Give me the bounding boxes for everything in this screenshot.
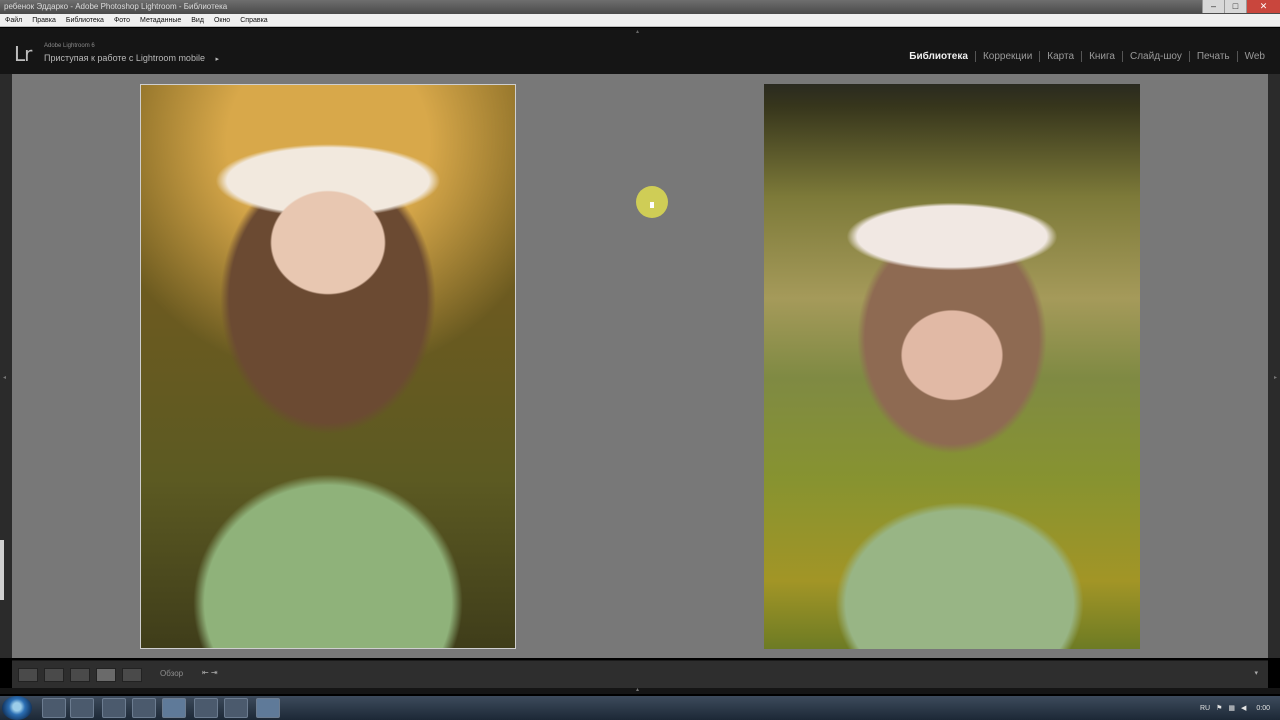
grid-view-button[interactable] bbox=[18, 668, 38, 682]
menu-bar: Файл Правка Библиотека Фото Метаданные В… bbox=[0, 14, 1280, 27]
photo-selected[interactable] bbox=[140, 84, 516, 649]
language-indicator[interactable]: RU bbox=[1200, 705, 1210, 712]
expand-filmstrip-icon[interactable]: ▴ bbox=[636, 686, 639, 693]
clock[interactable]: 0:00 bbox=[1256, 705, 1270, 712]
maximize-button[interactable]: □ bbox=[1224, 0, 1246, 13]
survey-view-button[interactable] bbox=[96, 668, 116, 682]
volume-icon[interactable]: ◀ bbox=[1241, 704, 1246, 712]
nav-arrows-icon[interactable]: ⇤ ⇥ bbox=[202, 668, 218, 677]
start-button[interactable] bbox=[2, 696, 32, 720]
taskbar-photoshop-icon[interactable] bbox=[194, 698, 218, 718]
left-edge-handle[interactable] bbox=[0, 540, 4, 600]
module-picker: Библиотека Коррекции Карта Книга Слайд-ш… bbox=[902, 51, 1272, 62]
menu-metadata[interactable]: Метаданные bbox=[135, 14, 186, 26]
menu-window[interactable]: Окно bbox=[209, 14, 235, 26]
module-map[interactable]: Карта bbox=[1039, 51, 1081, 62]
compare-view-button[interactable] bbox=[70, 668, 90, 682]
menu-help[interactable]: Справка bbox=[235, 14, 272, 26]
lightroom-logo: Lr bbox=[14, 42, 32, 66]
filmstrip-collapsed[interactable]: ▴ bbox=[0, 686, 1280, 694]
window-title: ребенок Эддарко - Adobe Photoshop Lightr… bbox=[4, 2, 228, 11]
taskbar-lightroom-icon[interactable] bbox=[162, 698, 186, 718]
people-view-button[interactable] bbox=[122, 668, 142, 682]
close-button[interactable]: ✕ bbox=[1246, 0, 1280, 13]
loupe-view-button[interactable] bbox=[44, 668, 64, 682]
taskbar-app3-icon[interactable] bbox=[256, 698, 280, 718]
window-titlebar: ребенок Эддарко - Adobe Photoshop Lightr… bbox=[0, 0, 1280, 14]
menu-view[interactable]: Вид bbox=[186, 14, 209, 26]
menu-library[interactable]: Библиотека bbox=[61, 14, 109, 26]
collapse-top-icon[interactable]: ▴ bbox=[636, 28, 639, 35]
module-book[interactable]: Книга bbox=[1081, 51, 1122, 62]
module-library[interactable]: Библиотека bbox=[902, 51, 975, 62]
play-arrow-icon: ▸ bbox=[215, 56, 219, 63]
bottom-toolbar: Обзор ⇤ ⇥ ▾ bbox=[12, 660, 1268, 688]
taskbar-explorer-icon[interactable] bbox=[70, 698, 94, 718]
network-icon[interactable]: ▦ bbox=[1228, 704, 1235, 712]
mobile-getting-started[interactable]: Приступая к работе с Lightroom mobile ▸ bbox=[44, 53, 219, 63]
expand-left-icon[interactable]: ◂ bbox=[3, 374, 6, 381]
menu-photo[interactable]: Фото bbox=[109, 14, 135, 26]
expand-right-icon[interactable]: ▸ bbox=[1274, 374, 1277, 381]
taskbar-chrome-icon[interactable] bbox=[132, 698, 156, 718]
product-name: Adobe Lightroom 6 bbox=[44, 43, 95, 49]
right-panel-collapsed[interactable]: ▸ bbox=[1268, 74, 1280, 658]
module-slideshow[interactable]: Слайд-шоу bbox=[1122, 51, 1189, 62]
menu-file[interactable]: Файл bbox=[0, 14, 27, 26]
taskbar-ie-icon[interactable] bbox=[42, 698, 66, 718]
survey-view bbox=[12, 74, 1268, 658]
cursor-highlight bbox=[636, 186, 668, 218]
flag-icon[interactable]: ⚑ bbox=[1216, 704, 1222, 712]
window-controls: – □ ✕ bbox=[1202, 0, 1280, 14]
system-tray: RU ⚑ ▦ ◀ 0:00 bbox=[1194, 696, 1276, 720]
module-web[interactable]: Web bbox=[1236, 51, 1272, 62]
taskbar-app2-icon[interactable] bbox=[224, 698, 248, 718]
identity-panel: ▴ Lr Adobe Lightroom 6 Приступая к работ… bbox=[0, 28, 1280, 74]
menu-edit[interactable]: Правка bbox=[27, 14, 61, 26]
minimize-button[interactable]: – bbox=[1202, 0, 1224, 13]
windows-taskbar: RU ⚑ ▦ ◀ 0:00 bbox=[0, 696, 1280, 720]
mobile-label: Приступая к работе с Lightroom mobile bbox=[44, 53, 205, 63]
taskbar-app-icon[interactable] bbox=[102, 698, 126, 718]
photo-candidate[interactable] bbox=[764, 84, 1140, 649]
toolbar-menu-icon[interactable]: ▾ bbox=[1254, 669, 1258, 677]
view-mode-label: Обзор bbox=[160, 669, 184, 678]
module-print[interactable]: Печать bbox=[1188, 51, 1237, 62]
module-develop[interactable]: Коррекции bbox=[974, 51, 1039, 62]
